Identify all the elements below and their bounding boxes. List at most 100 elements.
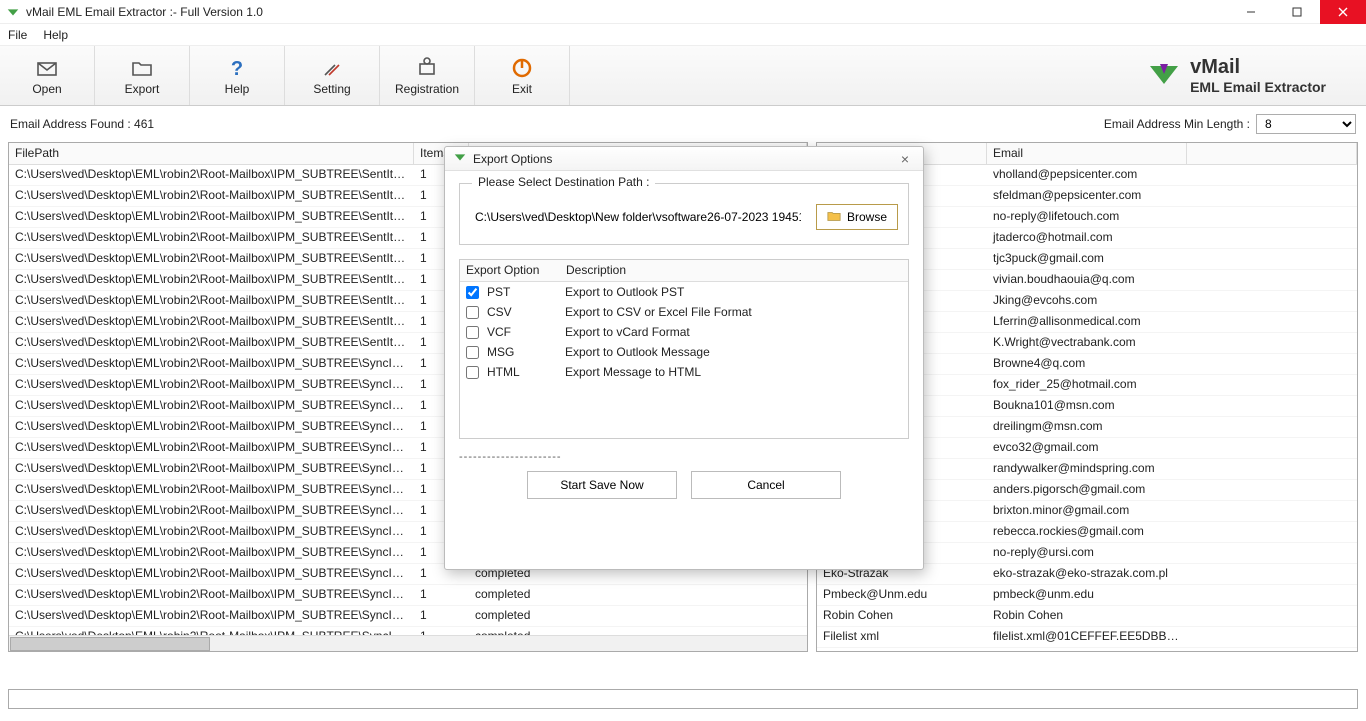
table-row[interactable]: Robin CohenRobin Cohen xyxy=(817,606,1357,627)
cell-filepath: C:\Users\ved\Desktop\EML\robin2\Root-Mai… xyxy=(9,396,414,416)
browse-button[interactable]: Browse xyxy=(816,204,898,230)
tool-open[interactable]: Open xyxy=(0,46,95,105)
tool-export[interactable]: Export xyxy=(95,46,190,105)
dest-groupbox: Please Select Destination Path : Browse xyxy=(459,183,909,245)
minlen-label: Email Address Min Length : xyxy=(1104,117,1250,131)
cell-status: completed xyxy=(469,585,807,605)
found-label: Email Address Found : 461 xyxy=(10,117,154,131)
table-row[interactable]: C:\Users\ved\Desktop\EML\robin2\Root-Mai… xyxy=(9,585,807,606)
cell-email: tjc3puck@gmail.com xyxy=(987,249,1187,269)
maximize-button[interactable] xyxy=(1274,0,1320,24)
tool-help-label: Help xyxy=(225,82,250,96)
svg-text:?: ? xyxy=(231,58,243,80)
dest-legend: Please Select Destination Path : xyxy=(472,175,655,189)
cell-items: 1 xyxy=(414,585,469,605)
cell-email: evco32@gmail.com xyxy=(987,438,1187,458)
cell-filepath: C:\Users\ved\Desktop\EML\robin2\Root-Mai… xyxy=(9,228,414,248)
export-option-row[interactable]: VCF Export to vCard Format xyxy=(460,322,908,342)
tools-icon xyxy=(320,56,344,80)
export-option-desc: Export Message to HTML xyxy=(565,365,701,379)
cell-filepath: C:\Users\ved\Desktop\EML\robin2\Root-Mai… xyxy=(9,480,414,500)
export-option-row[interactable]: HTML Export Message to HTML xyxy=(460,362,908,382)
cell-filepath: C:\Users\ved\Desktop\EML\robin2\Root-Mai… xyxy=(9,459,414,479)
cell-email: anders.pigorsch@gmail.com xyxy=(987,480,1187,500)
brand-subtitle: EML Email Extractor xyxy=(1190,79,1326,95)
titlebar: vMail EML Email Extractor :- Full Versio… xyxy=(0,0,1366,24)
cell-email: eko-strazak@eko-strazak.com.pl xyxy=(987,564,1187,584)
tool-help[interactable]: ? Help xyxy=(190,46,285,105)
export-option-checkbox[interactable] xyxy=(466,366,479,379)
cell-email: sfeldman@pepsicenter.com xyxy=(987,186,1187,206)
cell-email: jtaderco@hotmail.com xyxy=(987,228,1187,248)
export-option-checkbox[interactable] xyxy=(466,346,479,359)
cell-filepath: C:\Users\ved\Desktop\EML\robin2\Root-Mai… xyxy=(9,501,414,521)
table-row[interactable]: Pmbeck@Unm.edupmbeck@unm.edu xyxy=(817,585,1357,606)
cell-email: randywalker@mindspring.com xyxy=(987,459,1187,479)
col-email[interactable]: Email xyxy=(987,143,1187,164)
export-option-code: VCF xyxy=(487,325,557,339)
menu-file[interactable]: File xyxy=(8,28,27,42)
cell-name: Pmbeck@Unm.edu xyxy=(817,585,987,605)
cell-email: K.Wright@vectrabank.com xyxy=(987,333,1187,353)
status-bar xyxy=(8,689,1358,709)
tool-setting[interactable]: Setting xyxy=(285,46,380,105)
export-option-code: PST xyxy=(487,285,557,299)
table-row[interactable]: Filelist xmlfilelist.xml@01CEFFEF.EE5DBB… xyxy=(817,627,1357,648)
menu-help[interactable]: Help xyxy=(43,28,68,42)
dialog-close-button[interactable]: × xyxy=(895,151,915,167)
minlen-select[interactable]: 8 xyxy=(1256,114,1356,134)
question-icon: ? xyxy=(225,56,249,80)
brand-icon xyxy=(1146,56,1182,95)
menubar: File Help xyxy=(0,24,1366,46)
export-option-checkbox[interactable] xyxy=(466,286,479,299)
toolbar: Open Export ? Help Setting Registration … xyxy=(0,46,1366,106)
cell-filepath: C:\Users\ved\Desktop\EML\robin2\Root-Mai… xyxy=(9,186,414,206)
tool-setting-label: Setting xyxy=(313,82,350,96)
dest-path-input[interactable] xyxy=(470,206,806,228)
cell-email: pmbeck@unm.edu xyxy=(987,585,1187,605)
tool-export-label: Export xyxy=(125,82,160,96)
tool-exit[interactable]: Exit xyxy=(475,46,570,105)
export-option-code: CSV xyxy=(487,305,557,319)
cell-filepath: C:\Users\ved\Desktop\EML\robin2\Root-Mai… xyxy=(9,354,414,374)
start-save-button[interactable]: Start Save Now xyxy=(527,471,677,499)
cancel-button[interactable]: Cancel xyxy=(691,471,841,499)
export-options-grid: Export Option Description PSTExport to O… xyxy=(459,259,909,439)
export-option-row[interactable]: CSVExport to CSV or Excel File Format xyxy=(460,302,908,322)
export-option-code: HTML xyxy=(487,365,557,379)
export-option-checkbox[interactable] xyxy=(466,326,479,339)
dialog-app-icon xyxy=(453,150,467,167)
minimize-button[interactable] xyxy=(1228,0,1274,24)
cell-email: Robin Cohen xyxy=(987,606,1187,626)
window-title: vMail EML Email Extractor :- Full Versio… xyxy=(26,5,263,19)
hscroll[interactable] xyxy=(9,635,807,651)
cell-filepath: C:\Users\ved\Desktop\EML\robin2\Root-Mai… xyxy=(9,312,414,332)
export-option-desc: Export to Outlook Message xyxy=(565,345,710,359)
cell-filepath: C:\Users\ved\Desktop\EML\robin2\Root-Mai… xyxy=(9,270,414,290)
col-description: Description xyxy=(560,260,908,281)
export-option-row[interactable]: MSG Export to Outlook Message xyxy=(460,342,908,362)
cell-email: no-reply@ursi.com xyxy=(987,543,1187,563)
browse-label: Browse xyxy=(847,210,887,224)
tool-registration[interactable]: Registration xyxy=(380,46,475,105)
export-option-row[interactable]: PSTExport to Outlook PST xyxy=(460,282,908,302)
export-option-desc: Export to vCard Format xyxy=(565,325,690,339)
cell-email: rebecca.rockies@gmail.com xyxy=(987,522,1187,542)
cell-filepath: C:\Users\ved\Desktop\EML\robin2\Root-Mai… xyxy=(9,606,414,626)
folder-icon xyxy=(130,56,154,80)
brand-name: vMail xyxy=(1190,56,1326,79)
close-button[interactable] xyxy=(1320,0,1366,24)
export-option-checkbox[interactable] xyxy=(466,306,479,319)
envelope-icon xyxy=(35,56,59,80)
cell-name: Robin Cohen xyxy=(817,606,987,626)
app-icon xyxy=(6,5,20,19)
col-filepath[interactable]: FilePath xyxy=(9,143,414,164)
export-option-code: MSG xyxy=(487,345,557,359)
folder-open-icon xyxy=(827,209,841,226)
tool-exit-label: Exit xyxy=(512,82,532,96)
cell-filepath: C:\Users\ved\Desktop\EML\robin2\Root-Mai… xyxy=(9,375,414,395)
table-row[interactable]: C:\Users\ved\Desktop\EML\robin2\Root-Mai… xyxy=(9,606,807,627)
cell-email: Boukna101@msn.com xyxy=(987,396,1187,416)
cell-email: Jking@evcohs.com xyxy=(987,291,1187,311)
cell-email: fox_rider_25@hotmail.com xyxy=(987,375,1187,395)
